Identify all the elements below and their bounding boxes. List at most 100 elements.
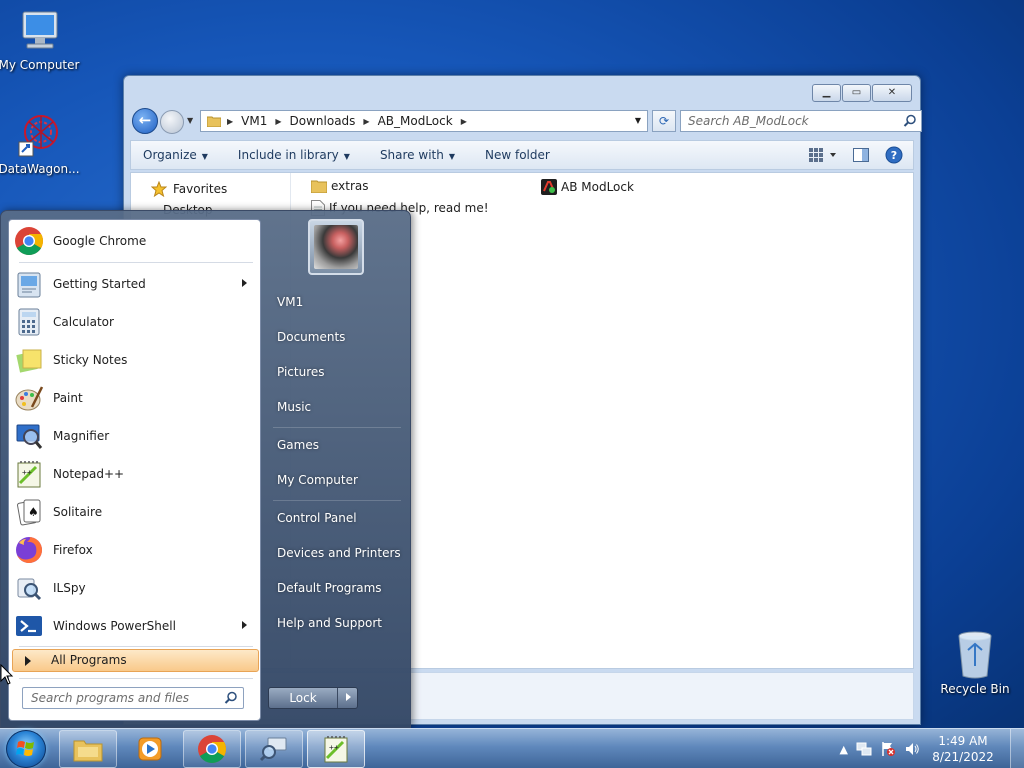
- program-windows-powershell[interactable]: Windows PowerShell: [13, 608, 257, 644]
- media-player-icon: [138, 737, 162, 761]
- chrome-icon: [198, 735, 226, 763]
- start-right-music[interactable]: Music: [277, 400, 311, 414]
- magnifier-icon: [16, 424, 43, 449]
- start-search-input[interactable]: Search programs and files: [22, 687, 244, 709]
- start-right-devices-and-printers[interactable]: Devices and Printers: [277, 546, 401, 560]
- file-item-extras[interactable]: extras: [311, 179, 369, 193]
- nav-favorites[interactable]: Favorites: [151, 181, 290, 197]
- all-programs-button[interactable]: All Programs: [12, 649, 259, 672]
- program-notepadpp[interactable]: ++ Notepad++: [13, 456, 257, 492]
- start-right-help-and-support[interactable]: Help and Support: [277, 616, 382, 630]
- forward-button[interactable]: [160, 110, 184, 134]
- program-solitaire[interactable]: ♠ Solitaire: [13, 494, 257, 530]
- submenu-arrow-icon: [242, 279, 247, 287]
- ilspy-icon: [17, 578, 42, 601]
- start-right-pictures[interactable]: Pictures: [277, 365, 325, 379]
- clock-date: 8/21/2022: [932, 750, 994, 764]
- separator: [273, 500, 401, 501]
- taskbar-chrome[interactable]: [183, 730, 241, 768]
- shutdown-options-arrow-icon[interactable]: [346, 693, 351, 701]
- separator: [19, 678, 253, 679]
- start-right-my-computer[interactable]: My Computer: [277, 473, 358, 487]
- program-paint[interactable]: Paint: [13, 380, 257, 416]
- address-dropdown-icon[interactable]: ▼: [635, 116, 641, 125]
- file-item-ab-modlock[interactable]: AB ModLock: [541, 179, 634, 195]
- start-button[interactable]: [6, 730, 46, 768]
- breadcrumb-downloads[interactable]: Downloads: [290, 114, 356, 128]
- taskbar-network-tool[interactable]: [245, 730, 303, 768]
- start-menu-programs-panel: Google Chrome Getting Started Calculator…: [8, 219, 261, 721]
- folder-icon: [311, 180, 327, 193]
- program-sticky-notes[interactable]: Sticky Notes: [13, 342, 257, 378]
- desktop-icon-label: My Computer: [0, 58, 80, 72]
- system-clock[interactable]: 1:49 AM 8/21/2022: [928, 733, 998, 765]
- breadcrumb-separator-icon[interactable]: ▶: [227, 117, 233, 126]
- start-right-games[interactable]: Games: [277, 438, 319, 452]
- explorer-search-input[interactable]: Search AB_ModLock: [680, 110, 922, 132]
- search-icon[interactable]: [224, 691, 238, 705]
- organize-menu[interactable]: Organize ▼: [143, 148, 208, 162]
- taskbar-notepadpp[interactable]: ++: [307, 730, 365, 768]
- refresh-button[interactable]: ⟳: [652, 110, 676, 132]
- show-hidden-icons-icon[interactable]: ▲: [840, 743, 848, 756]
- datawagon-icon: [18, 115, 58, 157]
- taskbar-media-player[interactable]: [121, 730, 179, 768]
- notepadpp-icon: ++: [17, 461, 41, 488]
- breadcrumb-separator-icon[interactable]: ▶: [461, 117, 467, 126]
- taskbar-explorer[interactable]: [59, 730, 117, 768]
- user-avatar[interactable]: [308, 219, 364, 275]
- action-center-flag-icon[interactable]: [880, 741, 896, 757]
- start-right-documents[interactable]: Documents: [277, 330, 345, 344]
- program-calculator[interactable]: Calculator: [13, 304, 257, 340]
- chrome-icon: [15, 227, 43, 255]
- breadcrumb-separator-icon[interactable]: ▶: [363, 117, 369, 126]
- include-in-library-menu[interactable]: Include in library ▼: [238, 148, 350, 162]
- show-desktop-button[interactable]: [1010, 729, 1024, 768]
- program-ilspy[interactable]: ILSpy: [13, 570, 257, 606]
- address-bar[interactable]: ▶ VM1 ▶ Downloads ▶ AB_ModLock ▶ ▼: [200, 110, 648, 132]
- network-search-icon: [259, 737, 287, 762]
- start-right-default-programs[interactable]: Default Programs: [277, 581, 382, 595]
- new-folder-button[interactable]: New folder: [485, 148, 550, 162]
- start-right-vm1[interactable]: VM1: [277, 295, 303, 309]
- program-firefox[interactable]: Firefox: [13, 532, 257, 568]
- volume-icon[interactable]: [904, 741, 920, 757]
- desktop-icon-recycle-bin[interactable]: Recycle Bin: [933, 630, 1017, 696]
- program-getting-started[interactable]: Getting Started: [13, 266, 257, 302]
- chevron-down-icon: ▼: [448, 152, 455, 161]
- breadcrumb-separator-icon[interactable]: ▶: [275, 117, 281, 126]
- taskbar: ++ ▲ 1:49 AM 8/21/2022: [0, 728, 1024, 768]
- svg-text:++: ++: [22, 468, 32, 477]
- breadcrumb-ab-modlock[interactable]: AB_ModLock: [378, 114, 453, 128]
- breadcrumb-vm1[interactable]: VM1: [241, 114, 267, 128]
- program-magnifier[interactable]: Magnifier: [13, 418, 257, 454]
- notepadpp-icon: ++: [324, 736, 348, 763]
- close-button[interactable]: ✕: [872, 84, 912, 102]
- view-controls: ?: [809, 146, 903, 164]
- arrow-right-icon: [25, 656, 31, 666]
- preview-pane-icon[interactable]: [853, 148, 869, 162]
- clock-time: 1:49 AM: [938, 734, 988, 748]
- start-right-control-panel[interactable]: Control Panel: [277, 511, 357, 525]
- search-icon[interactable]: [903, 114, 917, 128]
- chevron-down-icon: ▼: [343, 152, 350, 161]
- maximize-button[interactable]: ▭: [842, 84, 871, 102]
- system-tray: ▲ 1:49 AM 8/21/2022: [840, 729, 1024, 768]
- start-search-placeholder: Search programs and files: [31, 691, 189, 705]
- help-icon[interactable]: ?: [885, 146, 903, 164]
- network-icon[interactable]: [856, 741, 872, 757]
- recent-pages-dropdown-icon[interactable]: ▼: [187, 116, 193, 125]
- folder-icon: [207, 116, 221, 127]
- share-with-menu[interactable]: Share with ▼: [380, 148, 455, 162]
- back-button[interactable]: ←: [132, 108, 158, 134]
- powershell-icon: [16, 616, 42, 636]
- view-options-icon[interactable]: [809, 148, 837, 162]
- program-google-chrome[interactable]: Google Chrome: [13, 223, 257, 259]
- command-bar: Organize ▼ Include in library ▼ Share with…: [130, 140, 914, 170]
- desktop-icon-datawagon[interactable]: DataWagon...: [0, 112, 81, 176]
- minimize-button[interactable]: ▁: [812, 84, 841, 102]
- separator: [19, 262, 253, 263]
- star-icon: [151, 181, 167, 197]
- lock-button[interactable]: Lock: [268, 687, 358, 709]
- desktop-icon-my-computer[interactable]: My Computer: [0, 8, 81, 72]
